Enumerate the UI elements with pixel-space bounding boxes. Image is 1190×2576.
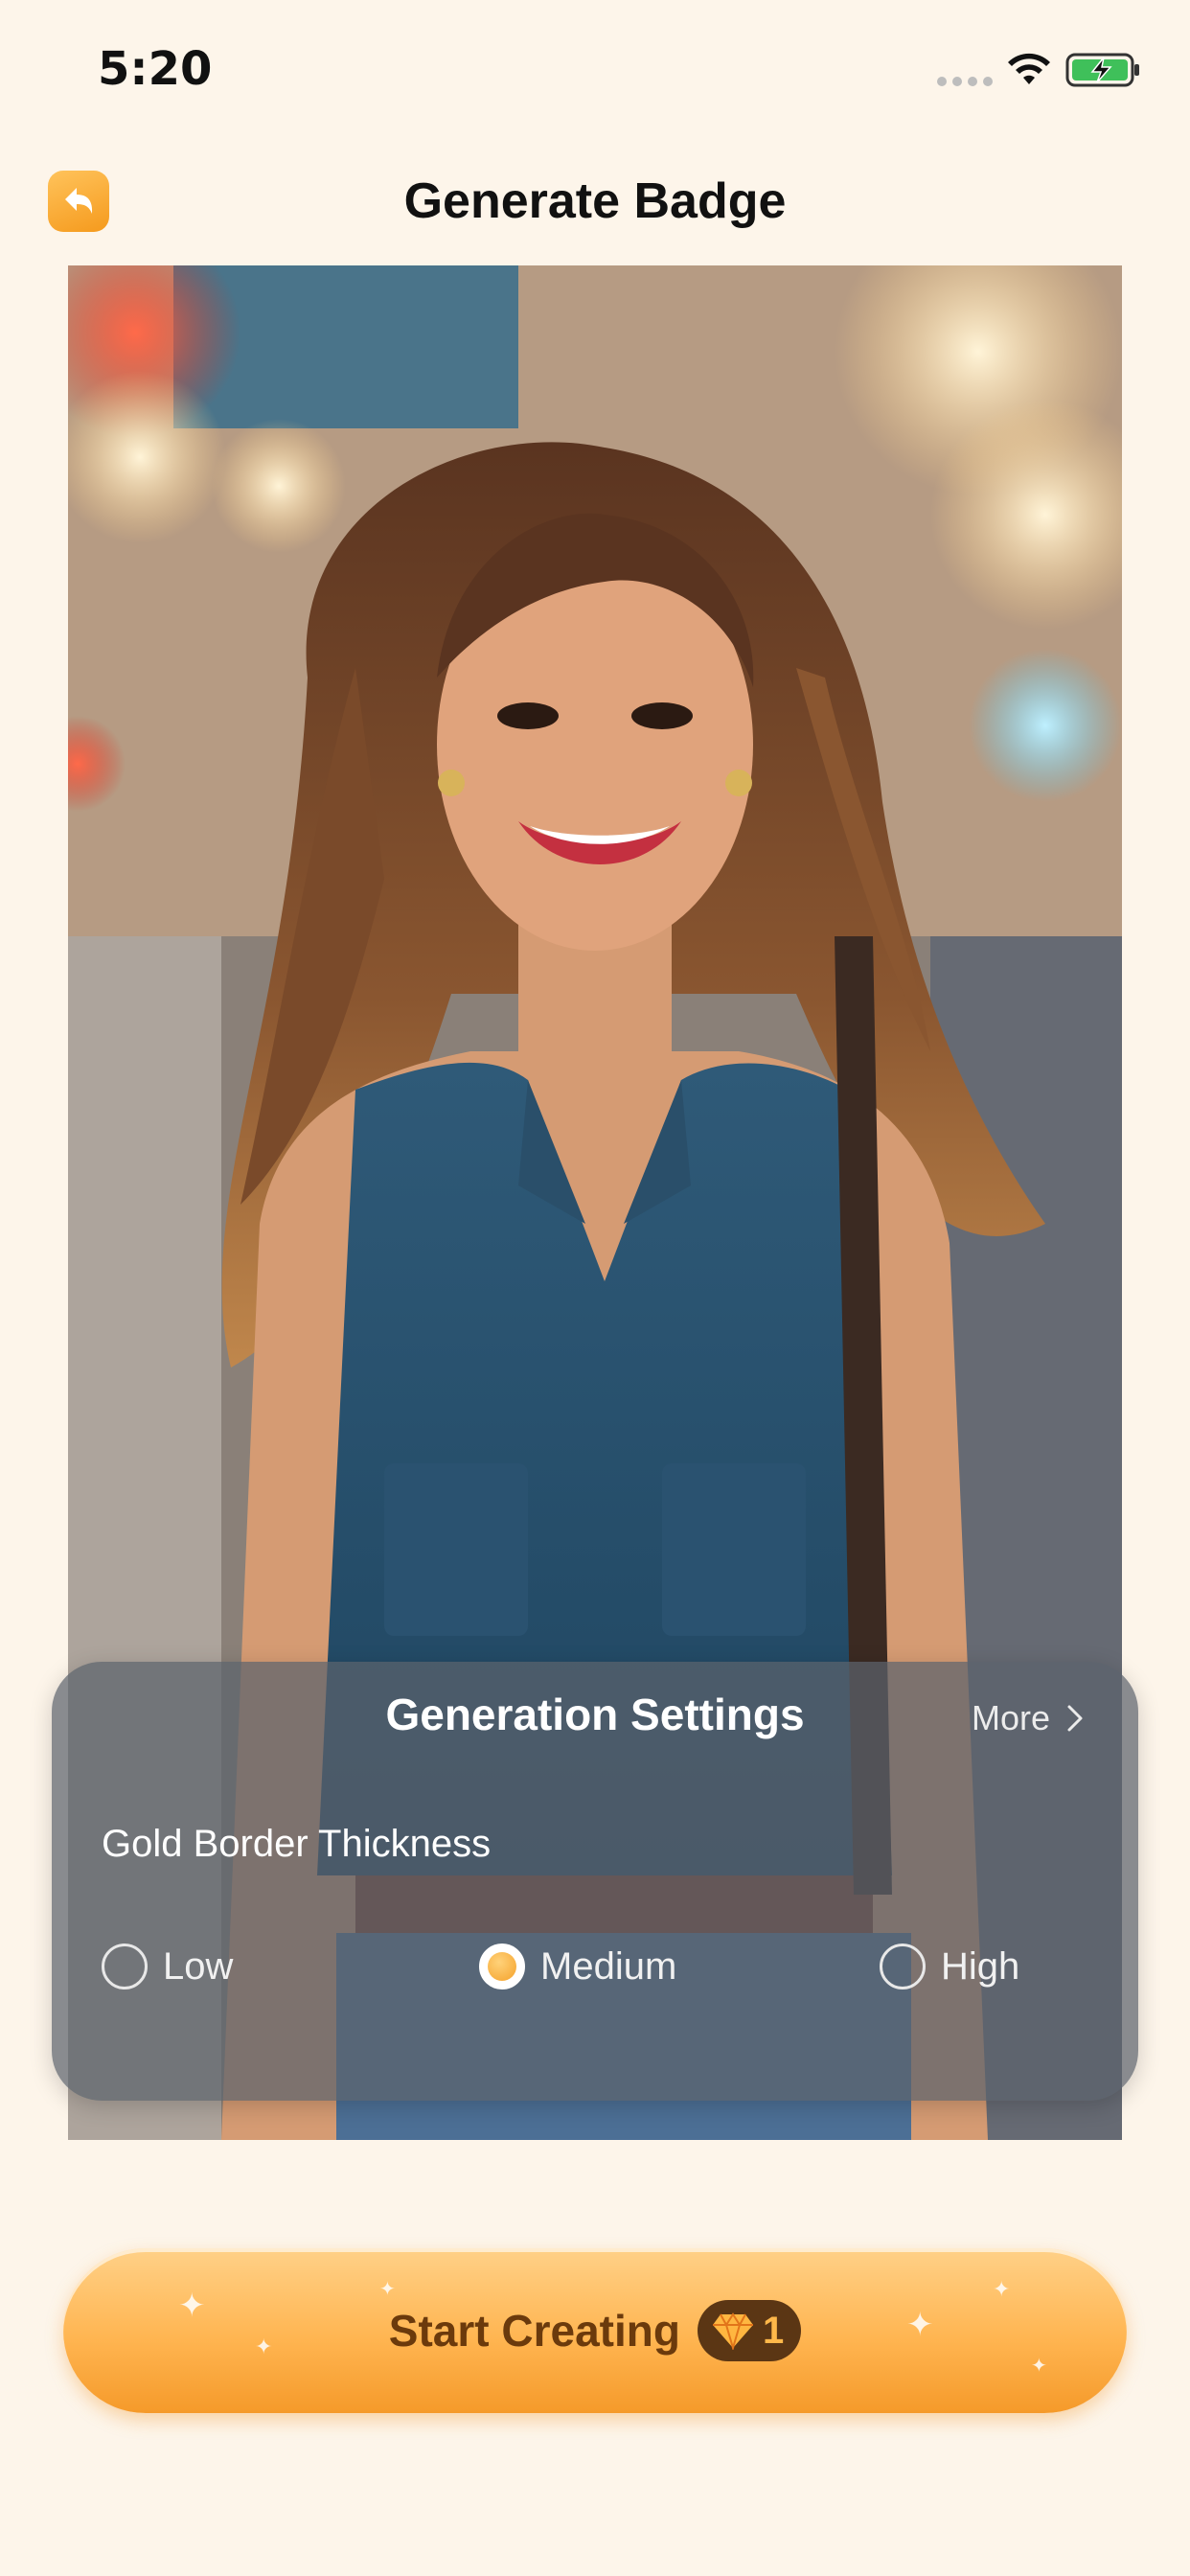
wifi-icon <box>1008 53 1050 84</box>
diamond-icon <box>712 2312 753 2350</box>
status-time: 5:20 <box>98 42 213 96</box>
nav-header: Generate Badge <box>0 144 1190 259</box>
option-high[interactable]: High <box>880 1944 1019 1990</box>
battery-charging-icon <box>1065 53 1139 87</box>
option-medium-label: Medium <box>540 1944 677 1988</box>
more-label: More <box>971 1698 1050 1737</box>
cost-amount: 1 <box>762 2309 785 2352</box>
chevron-right-icon <box>1067 1705 1083 1732</box>
radio-high[interactable] <box>880 1944 926 1990</box>
sparkle-icon: ✦ <box>1031 2356 1047 2377</box>
cost-badge: 1 <box>697 2300 802 2361</box>
sparkle-icon: ✦ <box>906 2307 934 2343</box>
page-title: Generate Badge <box>403 173 787 229</box>
sparkle-icon: ✦ <box>178 2288 206 2324</box>
option-low-label: Low <box>163 1944 234 1988</box>
more-button[interactable]: More <box>972 1698 1085 1738</box>
generation-settings-panel: Generation Settings More Gold Border Thi… <box>52 1662 1138 2101</box>
option-low[interactable]: Low <box>102 1944 233 1990</box>
start-creating-button[interactable]: ✦ ✦ ✦ ✦ ✦ ✦ Start Creating 1 <box>63 2248 1127 2413</box>
radio-medium[interactable] <box>479 1944 525 1990</box>
cellular-signal-icon <box>937 77 993 86</box>
status-bar: 5:20 <box>0 0 1190 144</box>
sparkle-icon: ✦ <box>993 2277 1011 2301</box>
start-creating-label: Start Creating <box>388 2306 680 2356</box>
radio-low[interactable] <box>102 1944 148 1990</box>
sparkle-icon: ✦ <box>255 2334 273 2358</box>
option-high-label: High <box>941 1944 1020 1988</box>
option-medium[interactable]: Medium <box>479 1944 676 1990</box>
gold-border-thickness-label: Gold Border Thickness <box>102 1823 492 1865</box>
sparkle-icon: ✦ <box>379 2279 396 2300</box>
